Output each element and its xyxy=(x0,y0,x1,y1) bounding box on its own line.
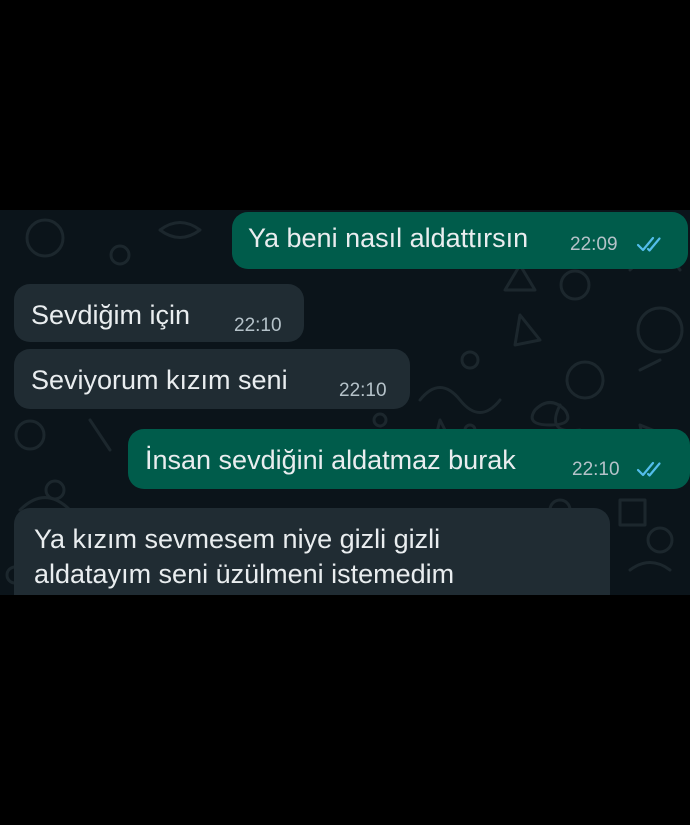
message-timestamp: 22:09 xyxy=(570,234,618,255)
outgoing-message-bubble[interactable]: Ya beni nasıl aldattırsın 22:09 xyxy=(232,212,688,269)
outgoing-message-bubble[interactable]: İnsan sevdiğini aldatmaz burak 22:10 xyxy=(128,429,690,489)
screenshot-frame: Ya beni nasıl aldattırsın 22:09 Sevdiğim… xyxy=(0,0,690,825)
incoming-message-bubble[interactable]: Ya kızım sevmesem niye gizli gizli aldat… xyxy=(14,508,610,595)
double-check-read-icon xyxy=(636,236,661,252)
message-text-line: aldatayım seni üzülmeni istemedim xyxy=(34,559,455,589)
incoming-message-bubble[interactable]: Sevdiğim için 22:10 xyxy=(14,284,304,342)
message-timestamp: 22:10 xyxy=(572,459,620,480)
message-timestamp: 22:10 xyxy=(339,380,387,401)
double-check-read-icon xyxy=(636,461,661,477)
message-text: Sevdiğim için xyxy=(31,300,191,330)
message-timestamp: 22:10 xyxy=(234,315,282,336)
message-text: Ya beni nasıl aldattırsın xyxy=(248,223,529,253)
message-text-line: Ya kızım sevmesem niye gizli gizli xyxy=(34,524,441,554)
incoming-message-bubble[interactable]: Seviyorum kızım seni 22:10 xyxy=(14,349,410,409)
chat-conversation[interactable]: Ya beni nasıl aldattırsın 22:09 Sevdiğim… xyxy=(0,210,690,595)
message-text: İnsan sevdiğini aldatmaz burak xyxy=(145,445,516,475)
message-text: Seviyorum kızım seni xyxy=(31,365,288,395)
